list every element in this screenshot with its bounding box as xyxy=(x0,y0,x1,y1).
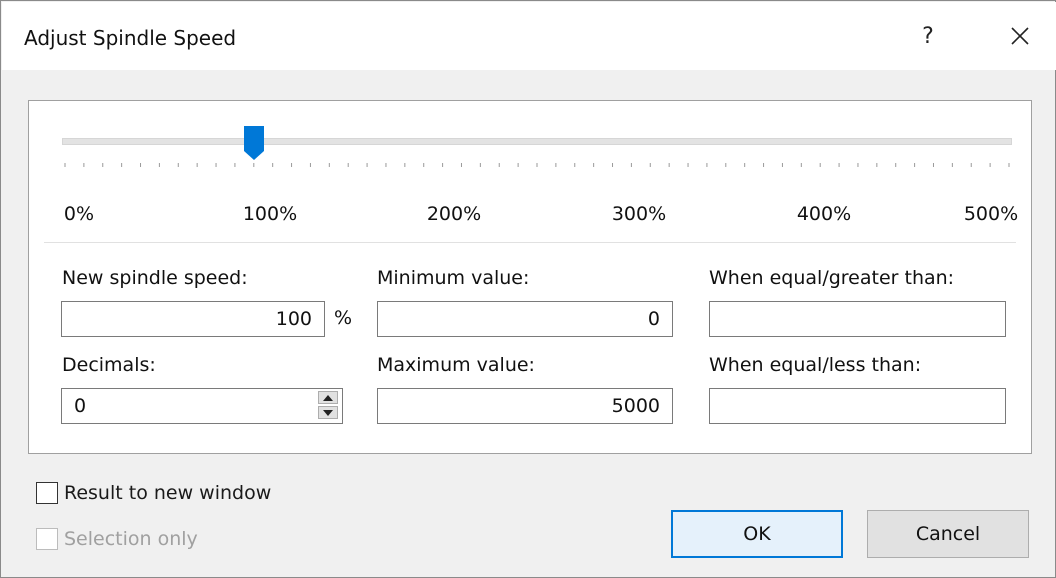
close-button[interactable] xyxy=(996,14,1044,58)
spin-up-button[interactable] xyxy=(318,391,338,404)
maximum-value-input[interactable]: 5000 xyxy=(377,388,673,424)
chevron-up-icon xyxy=(323,394,333,401)
speed-slider-thumb[interactable] xyxy=(243,125,265,161)
ok-button[interactable]: OK xyxy=(671,510,843,558)
when-less-label: When equal/less than: xyxy=(709,354,922,376)
new-spindle-speed-label: New spindle speed: xyxy=(62,267,248,289)
tick-label-500: 500% xyxy=(963,203,1019,225)
tick-label-200: 200% xyxy=(426,203,482,225)
decimals-value: 0 xyxy=(74,395,87,417)
panel-divider xyxy=(44,242,1016,243)
decimals-label: Decimals: xyxy=(62,354,156,376)
tick-label-100: 100% xyxy=(242,203,298,225)
selection-only-checkbox xyxy=(36,528,58,550)
result-new-window-option[interactable]: Result to new window xyxy=(36,482,271,504)
maximum-value-label: Maximum value: xyxy=(377,354,535,376)
speed-panel: 0% 100% 200% 300% 400% 500% New spindle … xyxy=(28,100,1032,454)
minimum-value-input[interactable]: 0 xyxy=(377,301,673,337)
decimals-input[interactable]: 0 xyxy=(61,388,343,424)
tick-label-400: 400% xyxy=(796,203,852,225)
adjust-spindle-speed-dialog: Adjust Spindle Speed ? 0% 100% 200% 300%… xyxy=(0,0,1056,578)
when-less-input[interactable] xyxy=(709,388,1006,424)
help-button[interactable]: ? xyxy=(908,14,948,58)
close-icon xyxy=(1011,27,1029,45)
when-greater-input[interactable] xyxy=(709,301,1006,337)
decimals-spinner[interactable] xyxy=(318,391,338,421)
selection-only-option: Selection only xyxy=(36,528,198,550)
new-spindle-speed-input[interactable]: 100 xyxy=(61,301,325,337)
slider-ticks xyxy=(64,163,1010,167)
result-new-window-label: Result to new window xyxy=(64,482,272,504)
when-greater-label: When equal/greater than: xyxy=(709,267,955,289)
percent-unit-label: % xyxy=(334,307,353,329)
title-bar: Adjust Spindle Speed ? xyxy=(2,2,1056,70)
dialog-title: Adjust Spindle Speed xyxy=(24,26,237,50)
result-new-window-checkbox[interactable] xyxy=(36,482,58,504)
cancel-button[interactable]: Cancel xyxy=(867,510,1029,558)
selection-only-label: Selection only xyxy=(64,528,198,550)
tick-label-300: 300% xyxy=(611,203,667,225)
minimum-value-label: Minimum value: xyxy=(377,267,530,289)
spin-down-button[interactable] xyxy=(318,406,338,419)
chevron-down-icon xyxy=(323,409,333,416)
tick-label-0: 0% xyxy=(63,203,95,225)
